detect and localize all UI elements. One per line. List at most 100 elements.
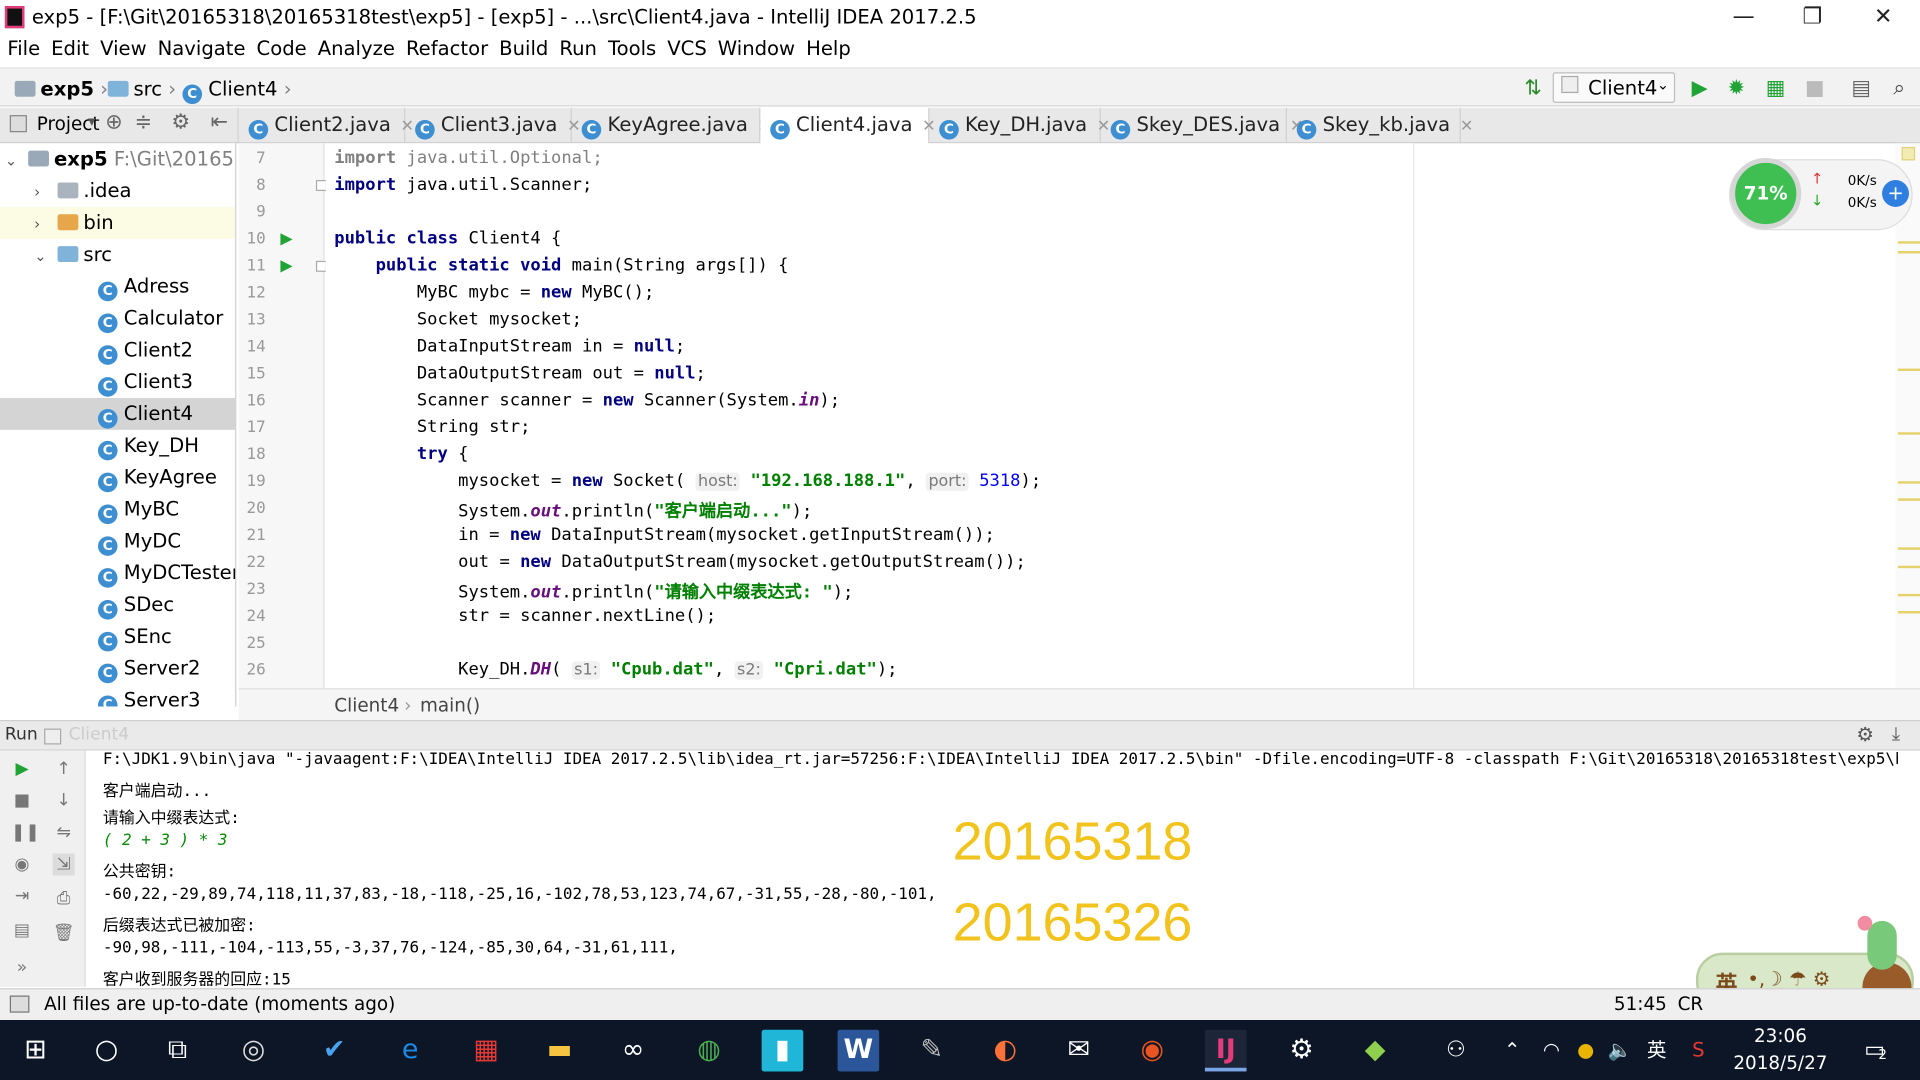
- expand-icon[interactable]: »: [11, 956, 33, 978]
- app-link-icon[interactable]: ∞: [612, 1030, 654, 1072]
- tree-item[interactable]: C Key_DH: [0, 430, 235, 462]
- tab-key-dh[interactable]: C Key_DH.java ✕: [929, 107, 1110, 144]
- tree-item[interactable]: C SEnc: [0, 621, 235, 653]
- sort-icon[interactable]: ⇅: [1521, 76, 1545, 100]
- tree-item-src[interactable]: ⌄ src: [0, 239, 235, 271]
- coverage-icon[interactable]: ▦: [1763, 76, 1787, 100]
- run-config-select[interactable]: Client4 ⌄: [1552, 72, 1676, 103]
- gear-icon[interactable]: ⚙: [1856, 722, 1874, 745]
- ubuntu-icon[interactable]: ◉: [1131, 1030, 1173, 1072]
- menu-analyze[interactable]: Analyze: [318, 34, 395, 60]
- gear-icon[interactable]: ⚙: [171, 110, 190, 134]
- breadcrumb-class[interactable]: Client4: [334, 694, 399, 716]
- close-tab-icon[interactable]: ✕: [1460, 118, 1473, 136]
- error-stripe[interactable]: [1895, 143, 1920, 689]
- collapse-icon[interactable]: ≑: [135, 110, 152, 134]
- menu-help[interactable]: Help: [806, 34, 851, 60]
- tab-client4[interactable]: C Client4.java ✕: [760, 107, 936, 145]
- stop-icon[interactable]: ■: [11, 790, 33, 812]
- app-pen-icon[interactable]: ✎: [911, 1030, 953, 1072]
- restore-button[interactable]: ❐: [1778, 0, 1847, 34]
- print-icon[interactable]: ⎙: [53, 888, 75, 910]
- app-grid-icon[interactable]: ▦: [465, 1030, 507, 1072]
- tree-item[interactable]: C MyBC: [0, 493, 235, 525]
- toggle-tool-windows-icon[interactable]: [9, 995, 30, 1013]
- exit-icon[interactable]: ⇥: [11, 885, 33, 907]
- minimize-button[interactable]: —: [1709, 0, 1778, 34]
- menu-file[interactable]: File: [7, 34, 40, 60]
- dump-threads-icon[interactable]: ◉: [11, 853, 33, 875]
- stop-icon[interactable]: ■: [1802, 76, 1826, 100]
- menu-refactor[interactable]: Refactor: [406, 34, 488, 60]
- mail-icon[interactable]: ✉: [1058, 1030, 1100, 1072]
- layout-icon[interactable]: ▤: [11, 920, 33, 942]
- locate-icon[interactable]: ⊕: [105, 110, 122, 134]
- scroll-down-icon[interactable]: ↓: [53, 790, 75, 812]
- tree-item[interactable]: C MyDCTester: [0, 557, 235, 589]
- tab-client2[interactable]: C Client2.java ✕: [239, 107, 414, 144]
- tree-item[interactable]: C KeyAgree: [0, 462, 235, 494]
- rerun-icon[interactable]: ▶: [11, 758, 33, 780]
- edge-icon[interactable]: e: [389, 1030, 431, 1072]
- menu-edit[interactable]: Edit: [51, 34, 89, 60]
- search-icon[interactable]: ⌕: [1887, 76, 1911, 100]
- tab-skey-kb[interactable]: C Skey_kb.java ✕: [1287, 107, 1473, 144]
- menu-vcs[interactable]: VCS: [667, 34, 707, 60]
- tab-keyagree[interactable]: C KeyAgree.java✕: [572, 107, 771, 144]
- tab-skey-des[interactable]: C Skey_DES.java✕: [1101, 107, 1303, 144]
- menu-navigate[interactable]: Navigate: [158, 34, 246, 60]
- run-gutter-icon[interactable]: ▶: [280, 230, 292, 248]
- scroll-to-end-icon[interactable]: ⇲: [52, 853, 75, 876]
- network-speed-widget[interactable]: 71% ↑ ↓ 0K/s 0K/s +: [1728, 157, 1913, 231]
- breadcrumb-method[interactable]: main(): [420, 694, 480, 716]
- soft-wrap-icon[interactable]: ⇋: [53, 822, 75, 844]
- run-console[interactable]: F:\JDK1.9\bin\java "-javaagent:F:\IDEA\I…: [85, 750, 1898, 987]
- app-bird-icon[interactable]: ✔: [313, 1030, 355, 1072]
- trash-icon[interactable]: 🗑: [53, 922, 75, 944]
- tree-item[interactable]: C Client2: [0, 334, 235, 366]
- volume-icon[interactable]: 🔈: [1599, 1030, 1641, 1072]
- tree-item-bin[interactable]: › bin: [0, 206, 236, 239]
- menu-build[interactable]: Build: [499, 34, 548, 60]
- tree-item[interactable]: C Server3: [0, 684, 235, 707]
- debug-icon[interactable]: ✹: [1724, 76, 1748, 100]
- run-gutter-icon[interactable]: ▶: [280, 257, 292, 275]
- close-button[interactable]: ✕: [1849, 0, 1918, 34]
- app-swirl-icon[interactable]: ◎: [233, 1030, 275, 1072]
- sogou-icon[interactable]: S: [1678, 1030, 1720, 1072]
- tree-item[interactable]: C MyDC: [0, 525, 235, 557]
- hide-panel-icon[interactable]: ⤓: [1892, 722, 1900, 744]
- clock-time[interactable]: 23:06: [1719, 1025, 1841, 1047]
- tab-client3[interactable]: C Client3.java ✕: [405, 107, 581, 144]
- tree-item[interactable]: C Calculator: [0, 302, 235, 334]
- project-structure-icon[interactable]: ▤: [1849, 76, 1873, 100]
- tree-item[interactable]: C Client3: [0, 366, 235, 398]
- plus-icon[interactable]: +: [1882, 180, 1909, 207]
- menu-tools[interactable]: Tools: [608, 34, 656, 60]
- nav-file[interactable]: C Client4 ›: [182, 77, 292, 105]
- run-icon[interactable]: ▶: [1687, 76, 1711, 100]
- tree-item[interactable]: C SDec: [0, 589, 235, 621]
- line-separator[interactable]: CR: [1678, 993, 1704, 1015]
- menu-run[interactable]: Run: [559, 34, 597, 60]
- code-editor[interactable]: import java.util.Optional; import java.u…: [325, 143, 1414, 689]
- firefox-icon[interactable]: ◐: [984, 1030, 1026, 1072]
- tree-item[interactable]: C Adress: [0, 271, 235, 303]
- menu-view[interactable]: View: [100, 34, 146, 60]
- tree-item[interactable]: C Server2: [0, 653, 235, 685]
- scroll-up-icon[interactable]: ↑: [53, 758, 75, 780]
- git-icon[interactable]: ◆: [1354, 1030, 1396, 1072]
- start-windows-icon[interactable]: ⊞: [15, 1030, 57, 1072]
- pause-icon[interactable]: ❚❚: [11, 822, 40, 844]
- clock-date[interactable]: 2018/5/27: [1719, 1052, 1841, 1074]
- people-icon[interactable]: ⚇: [1435, 1030, 1477, 1072]
- cortana-icon[interactable]: ○: [86, 1030, 128, 1072]
- menu-window[interactable]: Window: [718, 34, 795, 60]
- hide-panel-icon[interactable]: ⇤: [211, 110, 228, 134]
- qq-icon[interactable]: ▮: [761, 1029, 804, 1072]
- task-view-icon[interactable]: ⧉: [157, 1030, 199, 1072]
- nav-src[interactable]: src ›: [107, 77, 176, 100]
- caret-position[interactable]: 51:45: [1614, 993, 1667, 1015]
- nav-project[interactable]: exp5 ›: [14, 77, 108, 100]
- wechat-icon[interactable]: ◍: [688, 1030, 730, 1072]
